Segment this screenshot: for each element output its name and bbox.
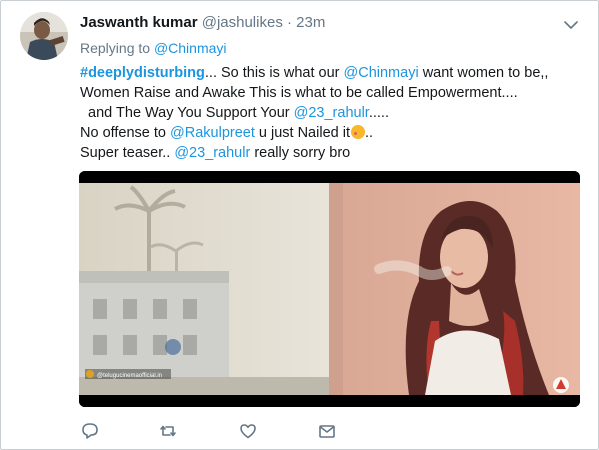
text-segment: want women to be,, [418, 65, 549, 81]
text-segment: u just Nailed it [254, 125, 350, 141]
separator-dot: · [286, 14, 292, 31]
text-segment: Super teaser.. [80, 145, 175, 161]
avatar[interactable] [20, 12, 68, 60]
text-segment: really sorry bro [250, 145, 351, 161]
kiss-emoji-icon [350, 125, 365, 139]
mention-link[interactable]: @Chinmayi [344, 65, 419, 81]
tweet-card[interactable]: Jaswanth kumar @jashulikes · 23m Replyin… [0, 0, 599, 450]
text-segment: ... So this is what our [204, 65, 344, 81]
replying-mention[interactable]: @Chinmayi [154, 40, 227, 56]
text-segment: and The Way You Support Your [80, 105, 294, 121]
text-segment: No offense to [80, 125, 171, 141]
envelope-icon[interactable] [317, 421, 339, 443]
tweet-text: #deeplydisturbing... So this is what our… [80, 63, 590, 163]
mention-link[interactable]: @Rakulpreet [170, 125, 255, 141]
tweet-line-1: #deeplydisturbing... So this is what our… [80, 63, 590, 83]
tweet-header: Jaswanth kumar @jashulikes · 23m [80, 13, 325, 33]
author-name[interactable]: Jaswanth kumar [80, 14, 198, 31]
text-segment: .. [364, 125, 374, 141]
tweet-line-2: Women Raise and Awake This is what to be… [80, 85, 518, 101]
media-watermark: @telugucinemaofficial.in [97, 373, 162, 379]
tweet-line-4: No offense to @Rakulpreet u just Nailed … [80, 123, 590, 143]
retweet-icon[interactable] [158, 421, 180, 443]
chevron-down-icon[interactable] [564, 17, 578, 29]
text-segment: ..... [368, 105, 389, 121]
author-handle[interactable]: @jashulikes [202, 14, 283, 31]
reply-icon[interactable] [80, 421, 102, 443]
tweet-media-video[interactable]: @telugucinemaofficial.in [79, 171, 580, 407]
tweet-line-5: Super teaser.. @23_rahulr really sorry b… [80, 143, 590, 163]
mention-link[interactable]: @23_rahulr [174, 145, 250, 161]
mention-link[interactable]: @23_rahulr [294, 105, 369, 121]
hashtag-link[interactable]: #deeplydisturbing [80, 65, 205, 81]
replying-to: Replying to @Chinmayi [80, 38, 227, 58]
tweet-line-3: and The Way You Support Your @23_rahulr.… [80, 103, 590, 123]
timestamp[interactable]: 23m [296, 14, 325, 31]
replying-label: Replying to [80, 40, 151, 56]
heart-icon[interactable] [238, 421, 260, 443]
